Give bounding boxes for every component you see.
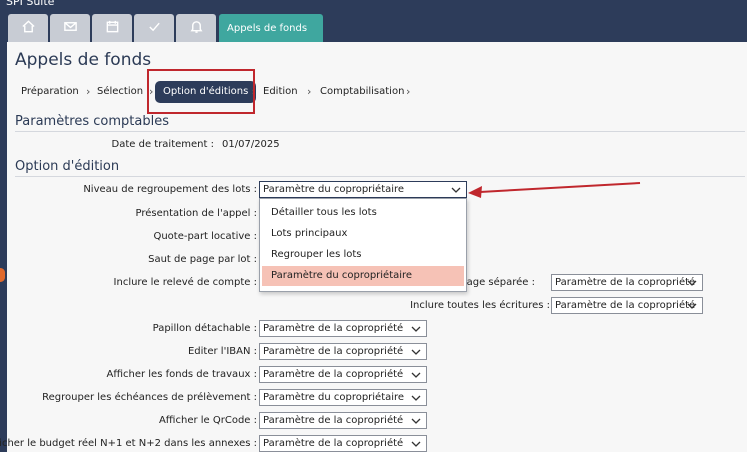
top-bar: SPI Suite Appels de fonds	[0, 0, 747, 42]
quotepart-label: Quote-part locative :	[153, 231, 257, 242]
main-content: Appels de fonds Préparation › Sélection …	[0, 42, 747, 452]
home-icon	[21, 19, 36, 37]
breadcrumb: Préparation › Sélection › Option d'éditi…	[7, 81, 747, 103]
page-separee-select-value: Paramètre de la copropriété	[555, 277, 696, 288]
section-title-accounting: Paramètres comptables	[15, 114, 169, 129]
fonds-select[interactable]: Paramètre de la copropriété	[259, 366, 427, 383]
chevron-down-icon	[410, 438, 422, 450]
budget-select-value: Paramètre de la copropriété	[263, 438, 404, 449]
annotation-highlight-box	[147, 69, 255, 114]
app-title: SPI Suite	[6, 0, 55, 8]
budget-label: Afficher le budget réel N+1 et N+2 dans …	[0, 438, 257, 449]
chevron-down-icon	[410, 415, 422, 427]
budget-select[interactable]: Paramètre de la copropriété	[259, 435, 427, 452]
bell-icon	[189, 19, 204, 37]
chevron-right-icon: ›	[406, 85, 411, 98]
dropdown-option[interactable]: Lots principaux	[262, 224, 464, 244]
section-title-edition: Option d'édition	[15, 159, 120, 174]
tab-notifications[interactable]	[176, 14, 216, 42]
niveau-select-value: Paramètre du copropriétaire	[263, 184, 405, 195]
iban-select[interactable]: Paramètre de la copropriété	[259, 343, 427, 360]
chevron-down-icon	[410, 323, 422, 335]
chevron-down-icon	[450, 184, 462, 196]
step-edition[interactable]: Edition	[263, 82, 298, 102]
left-sidebar-strip	[0, 42, 7, 452]
echeances-select-value: Paramètre du copropriétaire	[263, 392, 405, 403]
ecritures-select[interactable]: Paramètre de la copropriété	[551, 297, 703, 314]
papillon-select[interactable]: Paramètre de la copropriété	[259, 320, 427, 337]
ecritures-select-value: Paramètre de la copropriété	[555, 300, 696, 311]
mail-icon	[63, 19, 78, 37]
step-preparation[interactable]: Préparation	[21, 82, 79, 102]
step-comptabilisation[interactable]: Comptabilisation	[320, 82, 404, 102]
chevron-down-icon	[686, 300, 698, 312]
papillon-label: Papillon détachable :	[152, 323, 257, 334]
check-icon	[147, 19, 162, 37]
date-value: 01/07/2025	[222, 139, 280, 150]
tab-appels-de-fonds[interactable]: Appels de fonds	[219, 14, 323, 42]
section-divider	[15, 131, 745, 132]
dropdown-option[interactable]: Détailler tous les lots	[262, 203, 464, 223]
echeances-label: Regrouper les échéances de prélèvement :	[42, 392, 257, 403]
echeances-select[interactable]: Paramètre du copropriétaire	[259, 389, 427, 406]
page-title: Appels de fonds	[15, 50, 152, 70]
releve-label: Inclure le relevé de compte :	[113, 277, 257, 288]
dropdown-option-selected[interactable]: Paramètre du copropriétaire	[262, 266, 464, 286]
step-selection[interactable]: Sélection	[97, 82, 143, 102]
tab-calendar[interactable]	[92, 14, 132, 42]
side-handle[interactable]	[0, 268, 5, 282]
qrcode-label: Afficher le QrCode :	[158, 415, 257, 426]
saut-label: Saut de page par lot :	[148, 254, 257, 265]
chevron-down-icon	[686, 277, 698, 289]
ecritures-label: Inclure toutes les écritures :	[410, 300, 550, 311]
chevron-right-icon: ›	[86, 85, 91, 98]
niveau-dropdown-list: Détailler tous les lots Lots principaux …	[259, 198, 467, 292]
niveau-label: Niveau de regroupement des lots :	[83, 184, 257, 195]
date-label: Date de traitement :	[111, 139, 214, 150]
iban-label: Editer l'IBAN :	[187, 346, 257, 357]
page-separee-select[interactable]: Paramètre de la copropriété	[551, 274, 703, 291]
niveau-select[interactable]: Paramètre du copropriétaire	[259, 181, 467, 198]
page-separee-label: page séparée :	[460, 277, 535, 288]
chevron-down-icon	[410, 392, 422, 404]
presentation-label: Présentation de l'appel :	[135, 208, 258, 219]
iban-select-value: Paramètre de la copropriété	[263, 346, 404, 357]
qrcode-select[interactable]: Paramètre de la copropriété	[259, 412, 427, 429]
qrcode-select-value: Paramètre de la copropriété	[263, 415, 404, 426]
fonds-select-value: Paramètre de la copropriété	[263, 369, 404, 380]
fonds-label: Afficher les fonds de travaux :	[106, 369, 257, 380]
section-divider	[15, 176, 745, 177]
chevron-down-icon	[410, 369, 422, 381]
calendar-icon	[105, 19, 120, 37]
chevron-down-icon	[410, 346, 422, 358]
tab-mail[interactable]	[50, 14, 90, 42]
tab-home[interactable]	[8, 14, 48, 42]
dropdown-option[interactable]: Regrouper les lots	[262, 245, 464, 265]
chevron-right-icon: ›	[307, 85, 312, 98]
papillon-select-value: Paramètre de la copropriété	[263, 323, 404, 334]
tab-tasks[interactable]	[134, 14, 174, 42]
